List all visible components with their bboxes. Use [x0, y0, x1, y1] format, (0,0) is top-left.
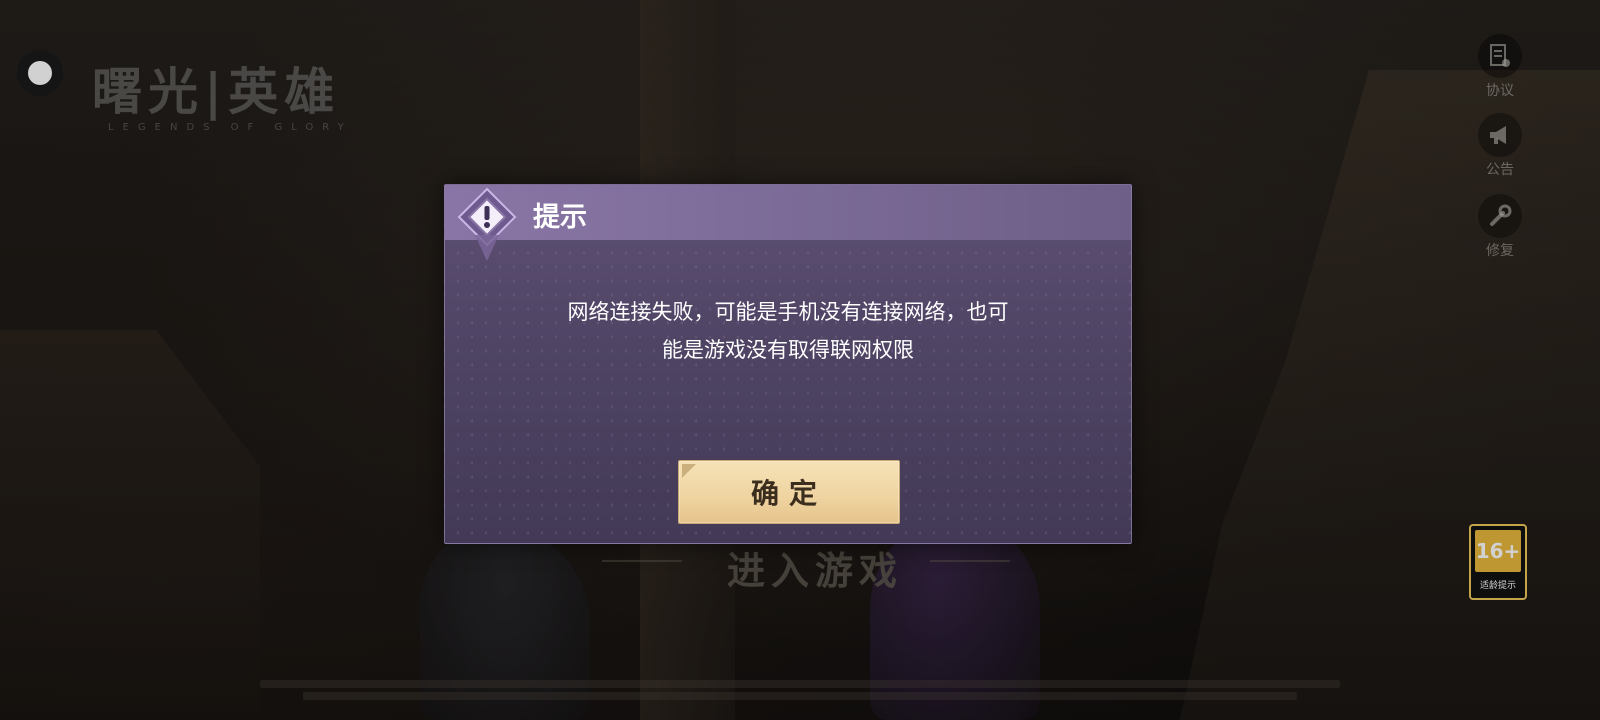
- network-error-dialog: 提示 网络连接失败，可能是手机没有连接网络，也可 能是游戏没有取得联网权限 确定: [444, 184, 1132, 544]
- confirm-button[interactable]: 确定: [678, 460, 900, 524]
- dialog-message: 网络连接失败，可能是手机没有连接网络，也可 能是游戏没有取得联网权限: [567, 300, 1009, 362]
- dialog-title: 提示: [533, 202, 587, 233]
- warning-icon: [457, 187, 517, 261]
- button-corner-decoration: [682, 464, 696, 478]
- confirm-button-label: 确定: [750, 477, 827, 510]
